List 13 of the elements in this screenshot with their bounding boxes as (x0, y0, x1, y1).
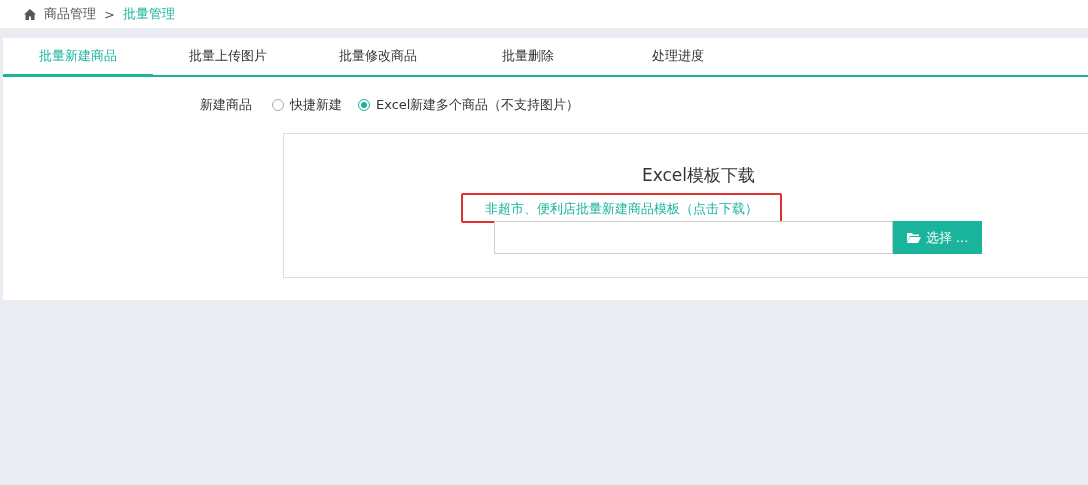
breadcrumb-separator: > (104, 6, 115, 22)
tab[interactable]: 批量上传图片 (153, 38, 303, 77)
folder-icon (906, 232, 921, 243)
tab[interactable]: 批量删除 (453, 38, 603, 77)
section-title: Excel模板下载 (642, 164, 756, 187)
radio-label[interactable]: 快捷新建 (290, 96, 342, 114)
tab[interactable]: 批量修改商品 (303, 38, 453, 77)
field-label: 新建商品 (199, 96, 253, 114)
tab[interactable]: 处理进度 (603, 38, 753, 77)
breadcrumb-link[interactable]: 商品管理 (44, 5, 96, 23)
home-icon[interactable] (24, 8, 36, 20)
file-field[interactable] (494, 221, 893, 254)
radio-label[interactable]: Excel新建多个商品（不支持图片） (376, 96, 580, 114)
